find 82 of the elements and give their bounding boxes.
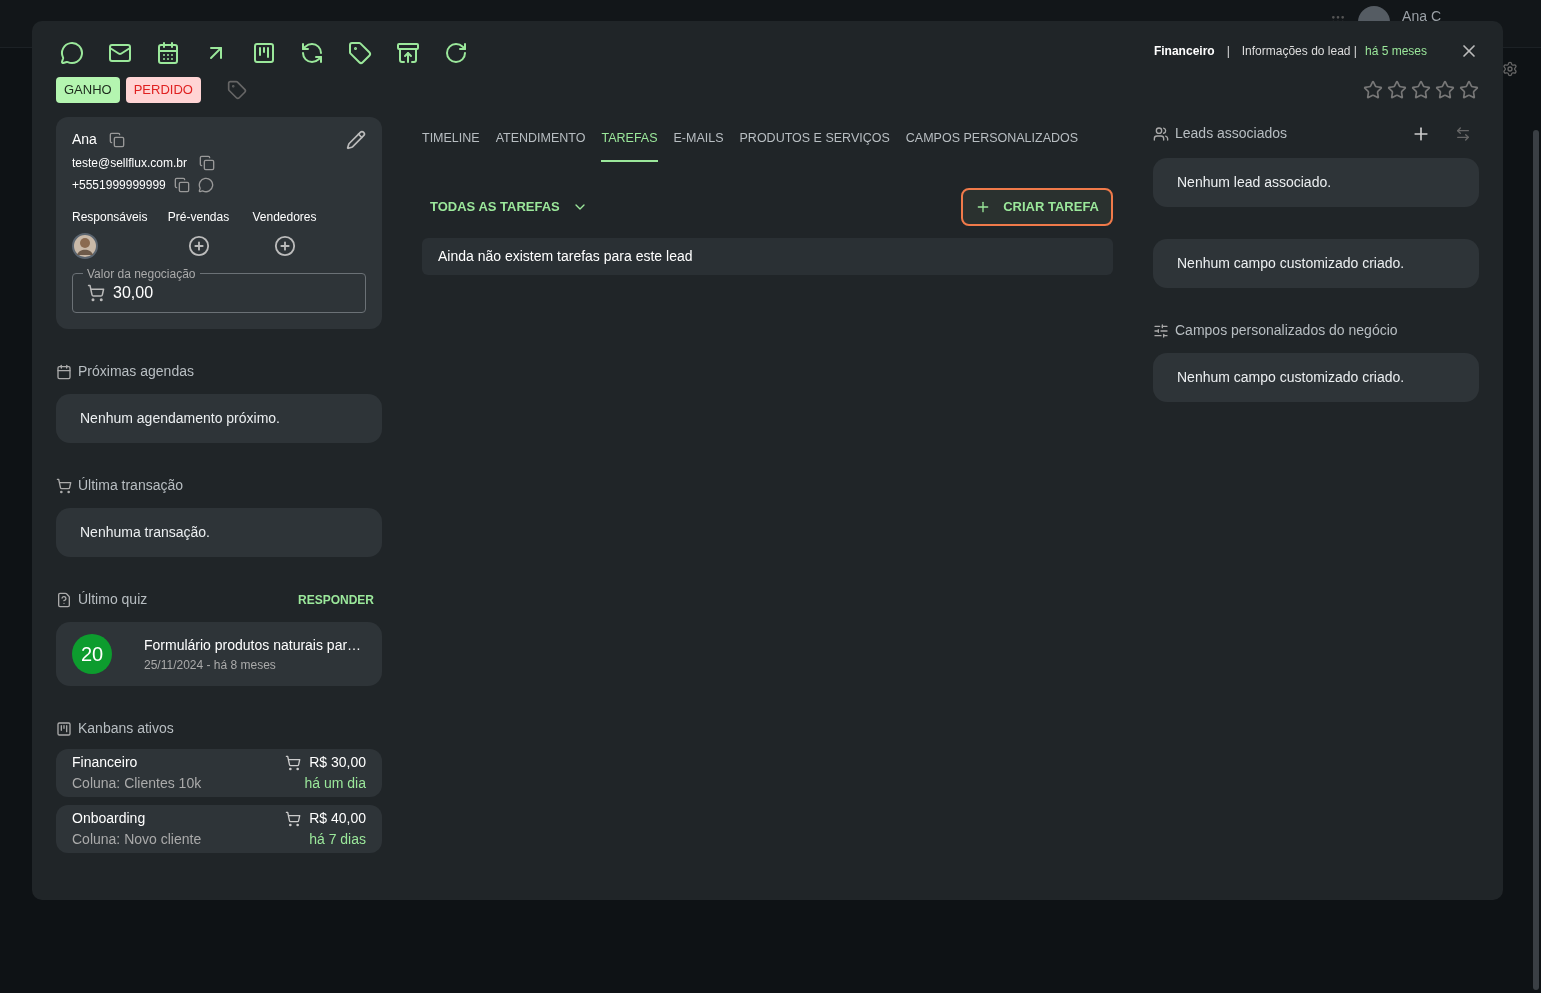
tab[interactable]: TIMELINE — [422, 129, 480, 162]
kanban-card[interactable]: Financeiro Coluna: Clientes 10k R$ 30,00 há um dia — [56, 749, 382, 797]
quiz-date: 25/11/2024 - há 8 meses — [144, 656, 277, 674]
mail-icon[interactable] — [108, 41, 132, 65]
copy-icon[interactable] — [173, 177, 190, 193]
kanban-icon — [56, 720, 72, 737]
kanban-age: há um dia — [304, 774, 366, 793]
section-title: Campos personalizados do negócio — [1175, 321, 1398, 340]
lead-age: há 5 meses — [1364, 43, 1427, 60]
kanban-column: Coluna: Novo cliente — [72, 829, 202, 850]
contact-phone: +5551999999999 — [72, 177, 166, 194]
separator: | — [1225, 43, 1231, 60]
kanban-icon[interactable] — [252, 41, 276, 65]
settings-icon[interactable] — [1502, 61, 1518, 77]
add-icon[interactable] — [187, 235, 210, 257]
kanban-value: R$ 30,00 — [309, 753, 366, 772]
cart-icon — [56, 477, 72, 494]
chat-icon[interactable] — [60, 41, 84, 65]
tab[interactable]: ATENDIMENTO — [495, 129, 586, 162]
quiz-icon — [56, 591, 72, 608]
create-task-button[interactable]: CRIAR TAREFA — [961, 187, 1113, 226]
empty-message: Ainda não existem tarefas para este lead — [422, 237, 1113, 275]
tab[interactable]: E-MAILS — [673, 129, 724, 162]
kanban-value: R$ 40,00 — [309, 809, 366, 828]
people-icon — [1153, 125, 1169, 142]
copy-icon[interactable] — [198, 155, 215, 171]
respond-button[interactable]: RESPONDER — [298, 590, 382, 609]
kanban-name: Financeiro — [1153, 43, 1215, 60]
contact-email: teste@sellflux.com.br — [72, 155, 187, 172]
star-icon[interactable] — [1387, 80, 1407, 100]
tab[interactable]: TAREFAS — [601, 129, 658, 162]
kanban-age: há 7 dias — [309, 830, 366, 849]
empty-card: Nenhuma transação. — [56, 508, 382, 557]
add-icon[interactable] — [273, 235, 296, 257]
section-title: Último quiz — [78, 590, 148, 609]
rating[interactable] — [1363, 80, 1479, 100]
sliders-icon — [1153, 322, 1169, 339]
tab[interactable]: CAMPOS PERSONALIZADOS — [905, 129, 1079, 162]
tag-icon[interactable] — [348, 41, 372, 65]
role-label: Pré-vendas — [167, 209, 230, 226]
kanban-name: Financeiro — [72, 753, 139, 772]
scrollbar[interactable] — [1533, 130, 1539, 990]
score-badge: 20 — [72, 634, 112, 674]
empty-card: Nenhum campo customizado criado. — [1153, 239, 1479, 288]
kanban-name: Onboarding — [72, 809, 147, 828]
avatar — [72, 233, 98, 259]
role-label: Responsáveis — [72, 209, 148, 226]
swap-icon[interactable] — [300, 41, 324, 65]
refresh-icon[interactable] — [444, 41, 468, 65]
user-name: Ana C — [1402, 6, 1441, 26]
copy-icon[interactable] — [108, 131, 125, 148]
section-title: Próximas agendas — [78, 362, 194, 381]
calendar-icon — [56, 363, 72, 380]
status-button[interactable]: PERDIDO — [125, 77, 201, 103]
empty-card: Nenhum campo customizado criado. — [1153, 353, 1479, 402]
contact-name: Ana — [72, 130, 97, 149]
tab[interactable]: PRODUTOS E SERVIÇOS — [739, 129, 890, 162]
section-label: Informações do lead | — [1241, 43, 1357, 60]
section-title: Última transação — [78, 476, 184, 495]
cart-icon — [87, 284, 105, 302]
star-icon[interactable] — [1435, 80, 1455, 100]
archive-icon[interactable] — [396, 41, 420, 65]
section-title: Leads associados — [1175, 124, 1288, 143]
chat-icon[interactable] — [197, 177, 214, 193]
star-icon[interactable] — [1411, 80, 1431, 100]
star-icon[interactable] — [1363, 80, 1383, 100]
status-button[interactable]: GANHO — [56, 77, 120, 103]
cart-icon — [285, 810, 302, 827]
quiz-name: Formulário produtos naturais par… — [144, 635, 362, 655]
edit-icon[interactable] — [346, 129, 366, 150]
section-title: Kanbans ativos — [78, 719, 174, 738]
kanban-column: Coluna: Clientes 10k — [72, 773, 202, 794]
empty-card: Nenhum agendamento próximo. — [56, 394, 382, 443]
role-label: Vendedores — [252, 209, 317, 226]
cart-icon — [285, 754, 302, 771]
star-icon[interactable] — [1459, 80, 1479, 100]
filter-dropdown[interactable]: TODAS AS TAREFAS — [422, 197, 596, 217]
calendar-icon[interactable] — [156, 41, 180, 65]
kanban-card[interactable]: Onboarding Coluna: Novo cliente R$ 40,00 há 7 dias — [56, 805, 382, 853]
add-tag-icon[interactable] — [226, 80, 247, 100]
quiz-card[interactable]: 20 Formulário produtos naturais par… 25/11/2024 - há 8 meses — [56, 622, 382, 686]
empty-card: Nenhum lead associado. — [1153, 158, 1479, 207]
